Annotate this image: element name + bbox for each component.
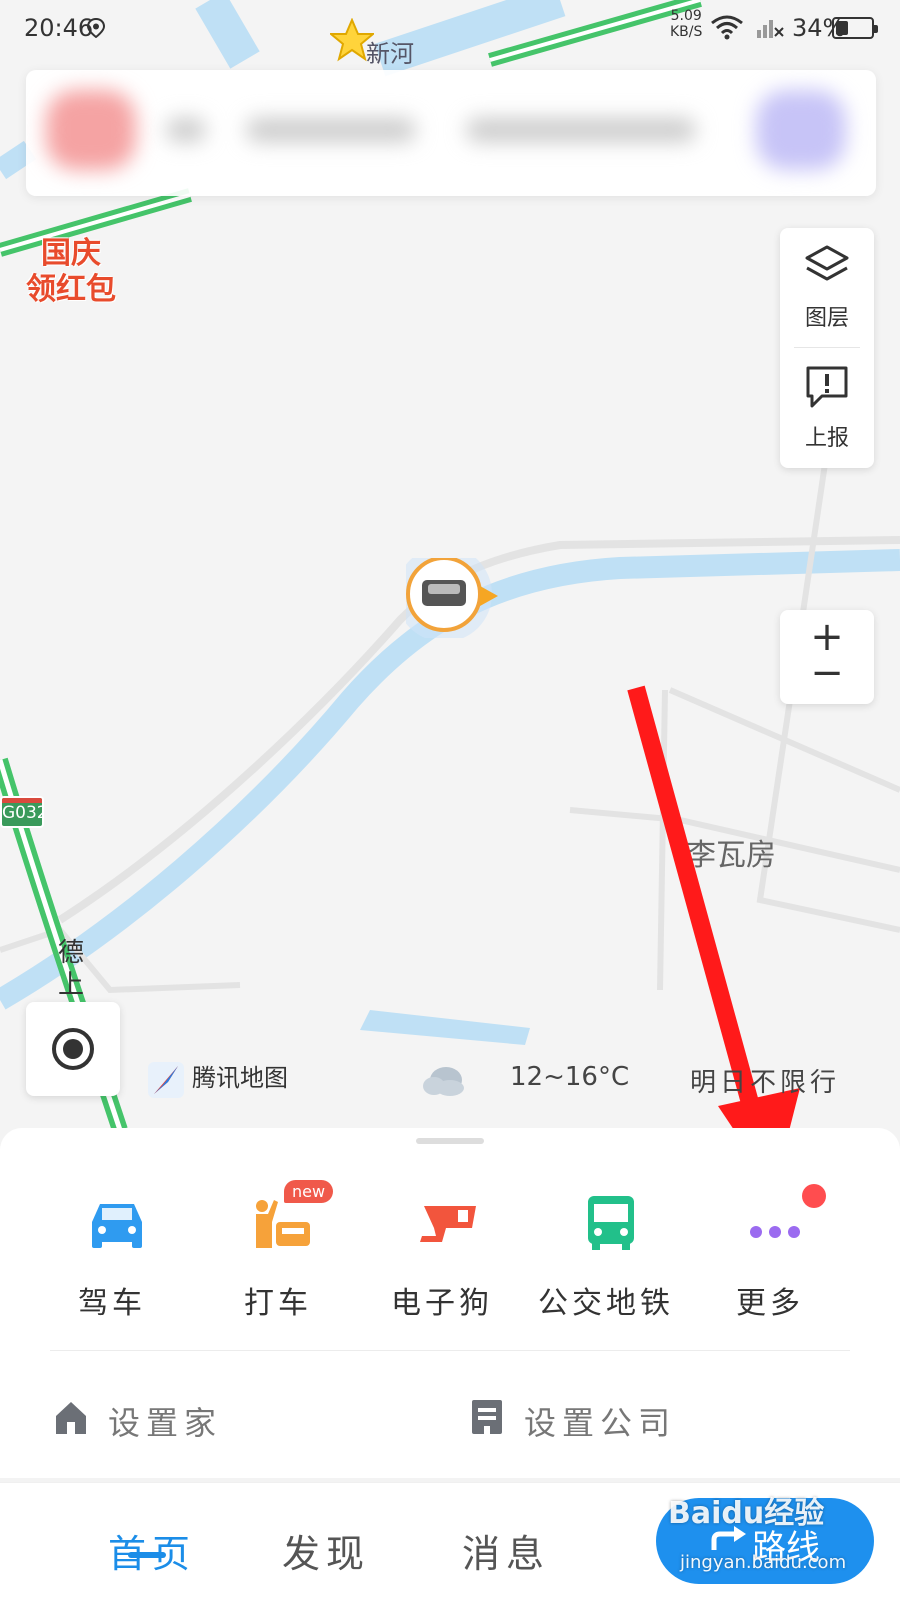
new-badge: new bbox=[284, 1180, 334, 1203]
report-label: 上报 bbox=[804, 426, 849, 451]
service-label: 公交地铁 bbox=[538, 1286, 674, 1321]
network-speed-value: 5.09 bbox=[670, 8, 702, 24]
sheet-drag-handle[interactable] bbox=[416, 1138, 484, 1144]
set-home-button[interactable]: 设置家 bbox=[52, 1388, 352, 1448]
sheet-divider bbox=[50, 1350, 850, 1351]
tencent-map-logo-icon bbox=[148, 1062, 184, 1098]
set-home-label: 设置家 bbox=[108, 1404, 223, 1442]
network-speed: 5.09 KB/S bbox=[670, 8, 702, 40]
banner-text-blur-1 bbox=[166, 118, 206, 142]
more-dots-icon bbox=[750, 1226, 800, 1238]
watermark-logo: Baidu经验 bbox=[668, 1496, 825, 1531]
battery-fill bbox=[836, 21, 848, 35]
report-button[interactable]: 上报 bbox=[780, 348, 874, 466]
weather-temperature: 12~16°C bbox=[510, 1062, 630, 1092]
service-label: 打车 bbox=[244, 1286, 312, 1321]
locate-target-icon bbox=[52, 1028, 94, 1070]
search-banner-blurred[interactable] bbox=[26, 70, 876, 196]
bottom-sheet: 驾车 new 打车 电子狗 公交地铁 更多 设置家 设置公司 bbox=[0, 1128, 900, 1478]
zoom-control[interactable]: + − bbox=[780, 610, 874, 704]
home-icon bbox=[56, 1402, 86, 1434]
notification-dot bbox=[802, 1184, 826, 1208]
status-bar: 20:46 5.09 KB/S 34% bbox=[0, 0, 900, 60]
set-work-button[interactable]: 设置公司 bbox=[468, 1388, 808, 1448]
service-drive[interactable]: 驾车 bbox=[32, 1188, 192, 1338]
bus-icon bbox=[588, 1196, 634, 1250]
zoom-out-button[interactable]: − bbox=[780, 650, 874, 696]
service-more[interactable]: 更多 bbox=[690, 1184, 850, 1338]
tab-home[interactable]: 首页 bbox=[108, 1523, 196, 1578]
service-taxi[interactable]: new 打车 bbox=[198, 1180, 358, 1338]
map-side-controls: 图层 上报 bbox=[780, 228, 874, 468]
banner-icon-blur bbox=[756, 90, 846, 170]
layers-button[interactable]: 图层 bbox=[780, 228, 874, 346]
locate-me-button[interactable] bbox=[26, 1002, 120, 1096]
service-label: 驾车 bbox=[78, 1286, 146, 1321]
banner-text-blur-3 bbox=[466, 118, 696, 142]
cloudy-icon bbox=[423, 1067, 464, 1096]
service-transit[interactable]: 公交地铁 bbox=[526, 1188, 686, 1338]
location-pin-icon bbox=[86, 18, 106, 38]
service-label: 电子狗 bbox=[391, 1286, 493, 1321]
wifi-icon bbox=[711, 15, 743, 40]
battery-icon bbox=[832, 17, 878, 39]
brand-name: 腾讯地图 bbox=[192, 1064, 288, 1092]
banner-avatar-blur bbox=[46, 90, 136, 170]
tab-messages[interactable]: 消息 bbox=[462, 1523, 550, 1578]
report-icon bbox=[806, 366, 848, 408]
layers-label: 图层 bbox=[804, 306, 849, 331]
speed-camera-icon bbox=[420, 1206, 476, 1242]
tab-discover[interactable]: 发现 bbox=[282, 1523, 370, 1578]
set-work-label: 设置公司 bbox=[524, 1404, 677, 1442]
cellular-signal-icon bbox=[757, 20, 784, 38]
service-speed-camera[interactable]: 电子狗 bbox=[362, 1188, 522, 1338]
car-icon bbox=[92, 1204, 142, 1248]
office-building-icon bbox=[472, 1400, 502, 1434]
active-tab-indicator bbox=[128, 1552, 166, 1558]
traffic-restriction: 明日不限行 bbox=[690, 1068, 841, 1098]
status-time: 20:46 bbox=[24, 14, 94, 42]
network-speed-unit: KB/S bbox=[670, 24, 703, 40]
watermark-url: jingyan.baidu.com bbox=[680, 1552, 847, 1573]
service-label: 更多 bbox=[736, 1286, 804, 1321]
layers-icon bbox=[805, 245, 849, 281]
banner-text-blur-2 bbox=[246, 118, 416, 142]
